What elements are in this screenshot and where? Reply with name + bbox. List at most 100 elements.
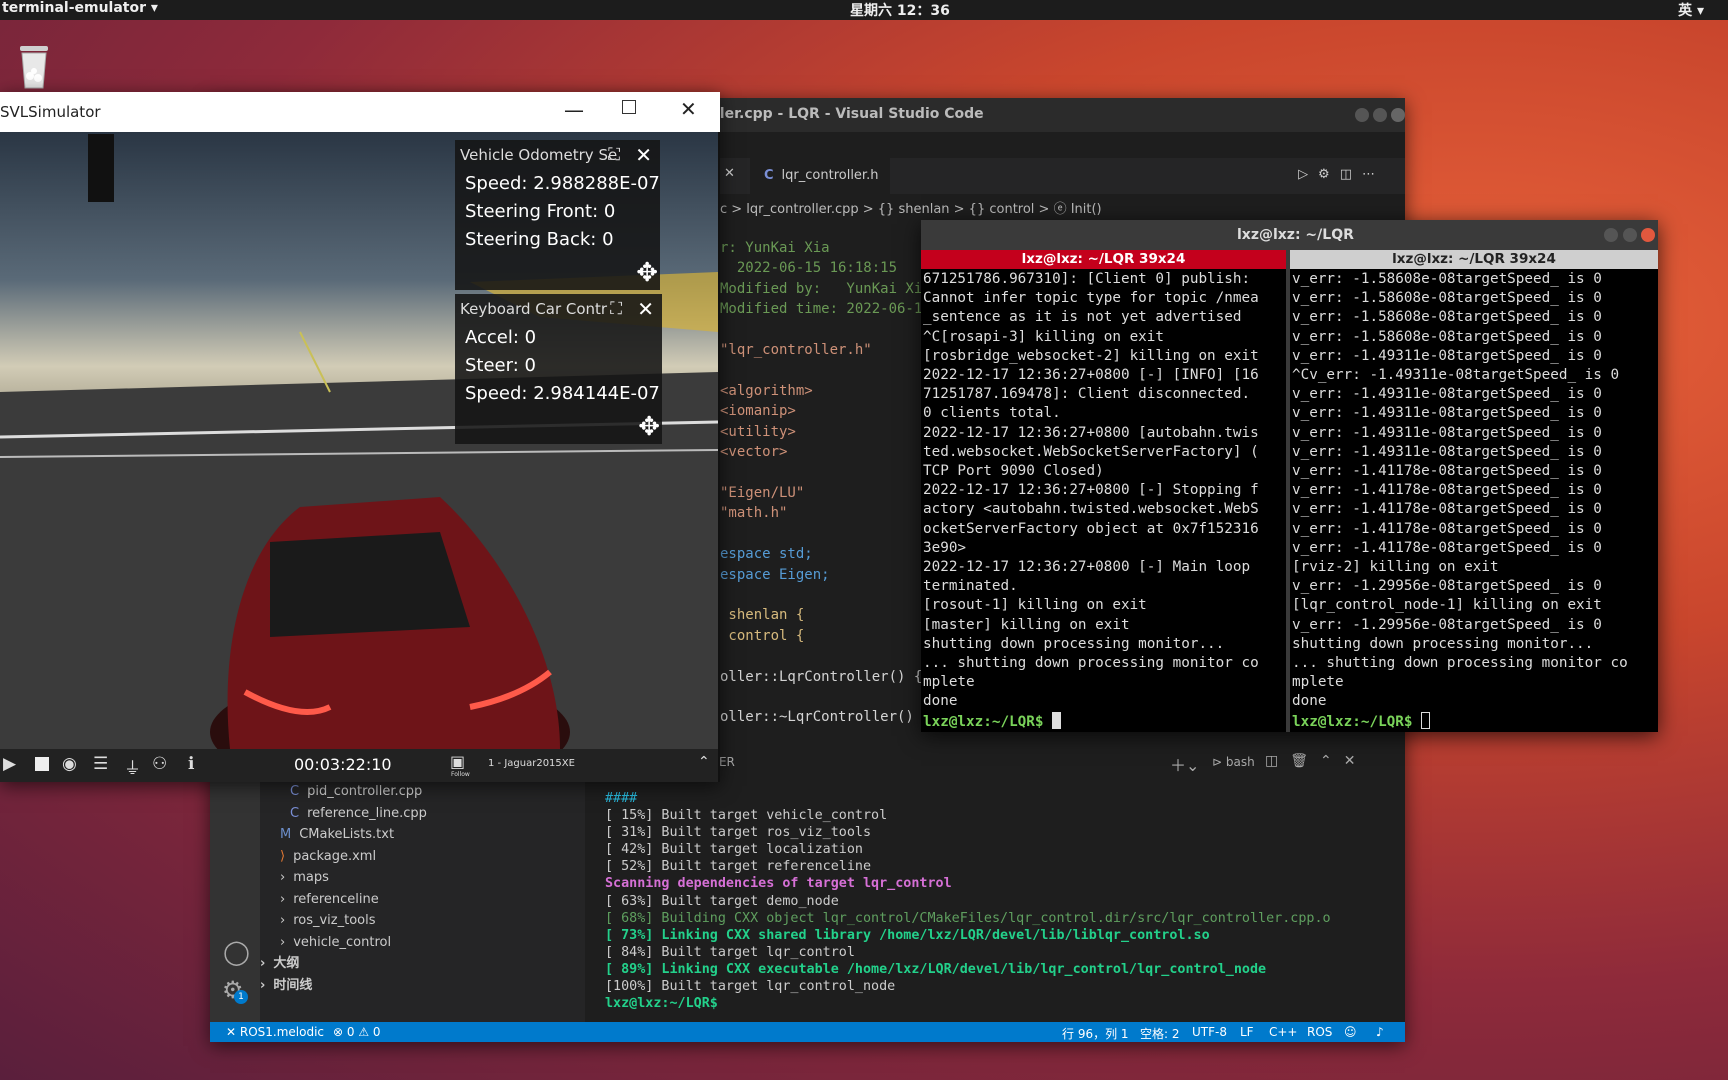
explorer-item[interactable]: Creference_line.cpp [290, 803, 427, 825]
maximize-button[interactable] [1623, 228, 1637, 242]
integrated-terminal[interactable]: ####[ 15%] Built target vehicle_control[… [605, 790, 1331, 1012]
keyboard-control-panel[interactable]: Keyboard Car Contr ⛶ ✕ Accel: 0 Steer: 0 S… [455, 294, 662, 444]
left-terminal-pane[interactable]: lxz@lxz: ~/LQR 39x24 671251786.967310]: … [921, 250, 1286, 732]
close-button[interactable] [1641, 228, 1655, 242]
terminal-line: v_err: -1.41178e-08targetSpeed_ is 0 [1292, 463, 1602, 480]
add-terminal-icon[interactable]: ＋⌄ [1170, 752, 1199, 776]
gamepad-icon[interactable]: ⚇ [152, 754, 167, 774]
app-menu[interactable]: terminal-emulator ▾ [2, 0, 158, 16]
terminal-titlebar[interactable]: lxz@lxz: ~/LQR [921, 220, 1658, 250]
chevron-up-icon[interactable]: ⌃ [698, 754, 710, 770]
terminal-line: v_err: -1.58608e-08targetSpeed_ is 0 [1292, 309, 1602, 326]
chevron-right-icon: › [260, 956, 266, 971]
account-icon[interactable]: ◯ [223, 938, 250, 966]
stop-icon[interactable] [35, 757, 49, 771]
terminal-line: mplete [1292, 674, 1344, 691]
fullscreen-icon[interactable]: ⛶ [608, 140, 620, 170]
minimize-button[interactable] [1355, 108, 1369, 122]
explorer-item[interactable]: ⟩ package.xml [280, 846, 376, 868]
plug-icon[interactable]: ⏚ [124, 754, 141, 779]
camera-icon[interactable]: ▣ [450, 752, 465, 771]
camera-mode-label: Follow [451, 771, 470, 778]
sliders-icon[interactable]: ☰ [93, 754, 108, 774]
bell-icon[interactable]: ♪ [1376, 1025, 1384, 1039]
problems-indicator[interactable]: ⊗ 0 ⚠ 0 [333, 1025, 381, 1039]
move-icon[interactable]: ✥ [636, 258, 658, 288]
terminal-line: [rosout-1] killing on exit [923, 597, 1147, 614]
code-line: "Eigen/LU" [720, 484, 805, 501]
explorer-item-label: maps [293, 870, 329, 885]
trash-icon[interactable] [14, 42, 54, 90]
minimize-button[interactable]: — [564, 98, 584, 122]
encoding[interactable]: UTF-8 [1192, 1025, 1227, 1039]
terminal-line: [ 15%] Built target vehicle_control [605, 808, 888, 824]
play-icon[interactable]: ▶ [3, 754, 16, 774]
close-tab-icon[interactable]: ✕ [724, 166, 735, 181]
explorer-item[interactable]: › ros_viz_tools [280, 910, 376, 932]
eye-icon[interactable]: ◉ [62, 754, 77, 774]
terminal-line: v_err: -1.49311e-08targetSpeed_ is 0 [1292, 347, 1602, 364]
move-icon[interactable]: ✥ [638, 412, 660, 442]
fullscreen-icon[interactable]: ⛶ [610, 294, 622, 324]
close-panel-icon[interactable]: ✕ [637, 294, 654, 324]
ros-indicator[interactable]: ROS [1307, 1025, 1332, 1039]
code-line: espace Eigen; [720, 566, 830, 583]
chevron-right-icon: › [280, 934, 286, 950]
cursor-position[interactable]: 行 96，列 1 [1062, 1025, 1129, 1042]
terminal-line: 2022-12-17 12:36:27+0800 [autobahn.twis [923, 424, 1259, 441]
close-panel-icon[interactable]: ✕ [635, 140, 652, 170]
code-editor[interactable]: r: YunKai Xia 2022-06-15 16:18:15 Modifie… [720, 238, 931, 728]
close-button[interactable]: ✕ [680, 97, 697, 121]
maximize-button[interactable] [622, 100, 636, 114]
simulation-viewport[interactable]: Vehicle Odometry Se ⛶ ✕ Speed: 2.988288E-0… [0, 132, 718, 749]
terminal-line: 0 clients total. [923, 405, 1061, 422]
explorer-item[interactable]: › referenceline [280, 889, 379, 911]
terminal-line: [ 89%] Linking CXX executable /home/lxz/… [605, 961, 1267, 977]
tab-label: lqr_controller.h [781, 168, 879, 183]
code-line: oller::~LqrController() { [720, 709, 931, 726]
explorer-item-label: 时间线 [273, 977, 313, 993]
keyboard-speed: Speed: 2.984144E-07 [465, 383, 660, 404]
terminal-line: [lqr_control_node-1] killing on exit [1292, 597, 1602, 614]
language-mode[interactable]: C++ [1269, 1025, 1298, 1039]
close-button[interactable] [1391, 108, 1405, 122]
terminal-line: ^Cv_err: -1.49311e-08targetSpeed_ is 0 [1292, 367, 1620, 384]
maximize-button[interactable] [1373, 108, 1387, 122]
explorer-item[interactable]: › vehicle_control [280, 932, 391, 954]
shell-selector[interactable]: ⊳ bash [1212, 755, 1255, 769]
explorer-item[interactable]: › 时间线 [260, 975, 312, 997]
terminal-line: [ 42%] Built target localization [605, 842, 863, 858]
explorer-item[interactable]: › maps [280, 867, 329, 889]
line-ending[interactable]: LF [1240, 1025, 1254, 1039]
input-method[interactable]: 英 ▾ [1678, 0, 1704, 20]
clock[interactable]: 星期六 12：36 [850, 0, 950, 20]
tab-lqr-controller-h[interactable]: Clqr_controller.h [750, 158, 890, 194]
indentation[interactable]: 空格: 2 [1140, 1025, 1180, 1042]
right-terminal-pane[interactable]: lxz@lxz: ~/LQR 39x24 v_err: -1.58608e-08… [1290, 250, 1658, 732]
explorer-item[interactable]: Cpid_controller.cpp [290, 781, 422, 803]
explorer-item[interactable]: › 大纲 [260, 953, 299, 975]
panel-actions[interactable]: ◫🗑︎⌃✕ [1265, 753, 1367, 769]
breadcrumb[interactable]: c > lqr_controller.cpp > {} shenlan > {}… [720, 198, 1102, 217]
terminal-line: 671251786.967310]: [Client 0] publish: [923, 271, 1251, 287]
terminal-line: ted.websocket.WebSocketServerFactory] ( [923, 443, 1259, 460]
terminal-line: shutting down processing monitor... [1292, 635, 1594, 652]
terminal-line: [rosbridge_websocket-2] killing on exit [923, 347, 1259, 364]
terminal-line: v_err: -1.29956e-08targetSpeed_ is 0 [1292, 578, 1602, 595]
info-icon[interactable]: ℹ [188, 754, 194, 774]
odometry-panel[interactable]: Vehicle Odometry Se ⛶ ✕ Speed: 2.988288E-0… [455, 140, 660, 290]
terminal-line: TCP Port 9090 Closed) [923, 463, 1104, 480]
simulator-titlebar[interactable]: SVLSimulator — ✕ [0, 92, 720, 132]
explorer-item[interactable]: M CMakeLists.txt [280, 824, 394, 846]
chevron-right-icon: › [280, 870, 286, 885]
editor-actions[interactable]: ▷⚙◫⋯ [1298, 167, 1385, 182]
minimize-button[interactable] [1604, 228, 1618, 242]
explorer-item-label: CMakeLists.txt [299, 827, 395, 842]
remote-indicator[interactable]: ✕ ROS1.melodic [226, 1025, 324, 1039]
terminal-line: ... shutting down processing monitor co [923, 655, 1259, 672]
feedback-icon[interactable]: ☺ [1344, 1025, 1357, 1039]
explorer-item-label: reference_line.cpp [307, 805, 427, 821]
vehicle-selector[interactable]: 1 - Jaguar2015XE [488, 758, 575, 769]
